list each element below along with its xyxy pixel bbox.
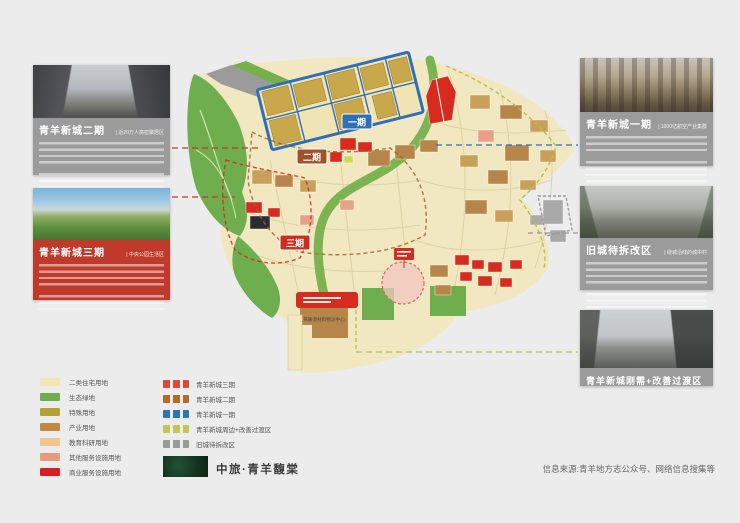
legend-item: 青羊新城二期 bbox=[163, 391, 271, 406]
phase1-photo bbox=[580, 58, 713, 112]
legend-item: 青羊新城一期 bbox=[163, 406, 271, 421]
logistics-label: 铁路港材料物流中心 bbox=[303, 316, 345, 323]
phase3-subtitle: | 中央公园生活区 bbox=[126, 251, 164, 258]
phase1-body-lines bbox=[580, 133, 713, 186]
panel-phase3: 青羊新城三期 | 中央公园生活区 bbox=[33, 188, 170, 300]
legend-swatch bbox=[163, 410, 189, 418]
panel-phase1: 青羊新城一期 | 1000亿航空产业集群 bbox=[580, 58, 713, 166]
legend-item: 产业用地 bbox=[40, 419, 121, 434]
legend-swatch bbox=[163, 380, 189, 388]
legend-swatch bbox=[163, 395, 189, 403]
oldtown-subtitle: | 绕城沿线的城中村 bbox=[664, 249, 707, 256]
legend-item: 旧城待拆改区 bbox=[163, 436, 271, 451]
phase2-photo bbox=[33, 65, 170, 118]
legend-swatch bbox=[163, 425, 189, 433]
phase3-title: 青羊新城三期 bbox=[39, 244, 105, 259]
phase2-title: 青羊新城二期 bbox=[39, 122, 105, 137]
legend-item: 青羊新城周边+改善过渡区 bbox=[163, 421, 271, 436]
legend-swatch bbox=[40, 408, 60, 416]
legend-item: 生态绿地 bbox=[40, 389, 121, 404]
info-source-note: 信息来源:青羊地方志公众号、网络信息搜集等 bbox=[543, 463, 715, 475]
phase3-body-lines bbox=[33, 261, 170, 314]
phase2-badge: 二期 bbox=[297, 149, 327, 164]
legend-swatch bbox=[40, 438, 60, 446]
legend-swatch bbox=[40, 423, 60, 431]
legend-zones: 青羊新城三期 青羊新城二期 青羊新城一期 青羊新城周边+改善过渡区 旧城待拆改区 bbox=[163, 376, 271, 451]
legend-swatch bbox=[40, 393, 60, 401]
poster: 铁路港材料物流中心 一期 二期 三期 bbox=[0, 0, 740, 523]
legend-item: 教育科研用地 bbox=[40, 434, 121, 449]
phase1-badge: 一期 bbox=[342, 114, 372, 129]
legend-swatch bbox=[163, 440, 189, 448]
legend-item: 其他服务设施用地 bbox=[40, 449, 121, 464]
phase2-subtitle: | 近20万人高密聚居区 bbox=[116, 129, 164, 136]
oldtown-body-lines bbox=[580, 259, 713, 312]
phase1-title: 青羊新城一期 bbox=[586, 116, 652, 131]
svg-text:二期: 二期 bbox=[303, 152, 321, 163]
legend-item: 商业服务设施用地 bbox=[40, 464, 121, 479]
legend-item: 青羊新城三期 bbox=[163, 376, 271, 391]
legend-item: 特殊用地 bbox=[40, 404, 121, 419]
brand-name: 中旅·青羊馥棠 bbox=[216, 461, 299, 477]
brand-photo-swatch bbox=[163, 456, 208, 477]
transition-photo bbox=[580, 310, 713, 368]
legend-landuse: 二类住宅用地 生态绿地 特殊用地 产业用地 教育科研用地 其他服务设施用地 商业… bbox=[40, 374, 121, 479]
svg-text:三期: 三期 bbox=[286, 238, 304, 249]
panel-phase2: 青羊新城二期 | 近20万人高密聚居区 bbox=[33, 65, 170, 175]
panel-oldtown: 旧城待拆改区 | 绕城沿线的城中村 bbox=[580, 186, 713, 290]
phase1-subtitle: | 1000亿航空产业集群 bbox=[658, 123, 707, 130]
legend-swatch bbox=[40, 453, 60, 461]
oldtown-title: 旧城待拆改区 bbox=[586, 242, 652, 257]
legend-swatch bbox=[40, 468, 60, 476]
legend-item: 二类住宅用地 bbox=[40, 374, 121, 389]
svg-text:一期: 一期 bbox=[348, 117, 366, 128]
phase3-photo bbox=[33, 188, 170, 240]
transition-title: 青羊新城刚需+改善过渡区 bbox=[586, 376, 702, 386]
legend-swatch bbox=[40, 378, 60, 386]
oldtown-photo bbox=[580, 186, 713, 238]
phase2-body-lines bbox=[33, 139, 170, 192]
phase3-badge: 三期 bbox=[280, 235, 310, 250]
panel-transition: 青羊新城刚需+改善过渡区 bbox=[580, 310, 713, 386]
